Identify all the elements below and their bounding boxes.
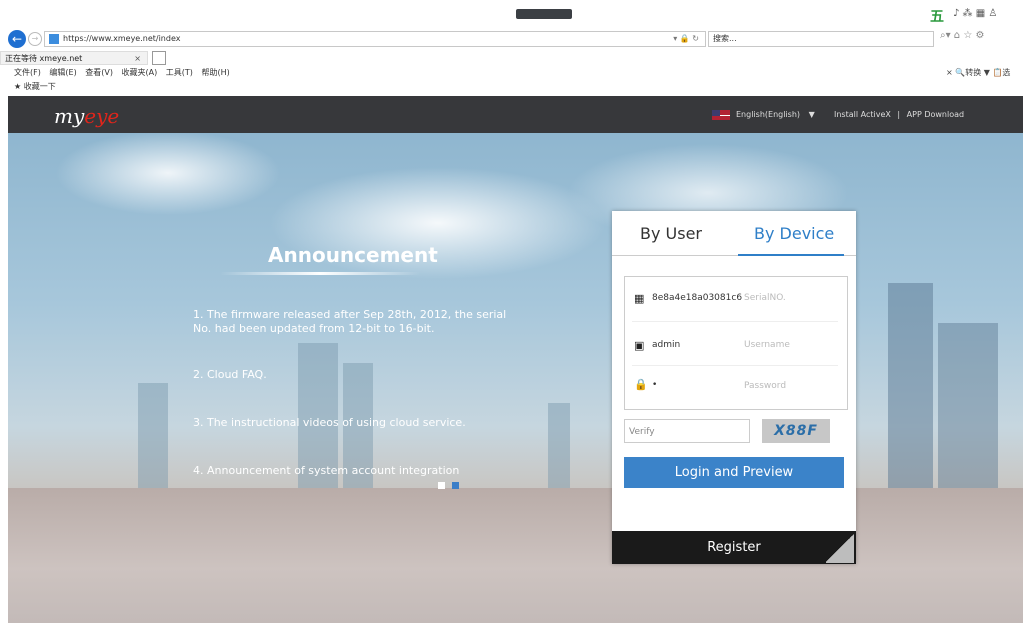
serial-input[interactable]: 8e8a4e18a03081c6	[652, 293, 742, 303]
page-icon	[49, 34, 59, 44]
announcement-item-1[interactable]: 1. The firmware released after Sep 28th,…	[193, 308, 513, 336]
qr-code-icon[interactable]	[826, 533, 854, 563]
login-preview-button[interactable]: Login and Preview	[624, 457, 844, 488]
field-separator	[632, 321, 838, 322]
window-gadget	[516, 9, 572, 19]
menu-file[interactable]: 文件(F)	[14, 68, 41, 77]
forward-icon[interactable]: →	[28, 32, 42, 46]
browser-tab[interactable]: 正在等待 xmeye.net ×	[0, 51, 148, 65]
sogou-label: 五	[930, 9, 944, 25]
tab-by-user[interactable]: By User	[640, 224, 702, 243]
menu-edit[interactable]: 编辑(E)	[49, 68, 76, 77]
app-download-link[interactable]: APP Download	[907, 110, 964, 119]
building-shape	[938, 323, 998, 493]
title-underline	[220, 272, 420, 275]
menu-bar: 文件(F) 编辑(E) 查看(V) 收藏夹(A) 工具(T) 帮助(H)	[14, 67, 236, 78]
password-placeholder: Password	[744, 381, 787, 391]
device-icon: ▦	[634, 292, 645, 305]
user-icon: ▣	[634, 339, 645, 352]
link-separator: |	[897, 110, 901, 119]
browser-chrome	[0, 0, 1023, 96]
lock-icon: 🔒	[634, 378, 648, 391]
address-bar[interactable]: https://www.xmeye.net/index ▾ 🔒 ↻	[44, 31, 706, 47]
hero-background	[8, 133, 1023, 623]
logo-accent: eye	[84, 104, 120, 128]
language-label: English(English)	[736, 110, 801, 119]
username-placeholder: Username	[744, 340, 790, 350]
announcement-item-2[interactable]: 2. Cloud FAQ.	[193, 368, 267, 382]
verify-input[interactable]: Verify	[624, 419, 750, 443]
toolbar-extension-icons[interactable]: ♪ ⁂ ▦ ♙	[953, 8, 997, 19]
back-icon[interactable]: ←	[8, 30, 26, 48]
carousel-dot-1[interactable]	[438, 482, 445, 489]
floor-reflection	[8, 488, 1023, 623]
announcement-item-3[interactable]: 3. The instructional videos of using clo…	[193, 416, 466, 430]
chevron-down-icon: ▼	[808, 110, 815, 119]
announcement-title: Announcement	[268, 243, 438, 267]
close-tab-icon[interactable]: ×	[134, 52, 141, 66]
field-separator	[632, 365, 838, 366]
active-tab-indicator	[738, 254, 844, 256]
xmeye-logo[interactable]: myeye	[54, 102, 164, 128]
install-activex-link[interactable]: Install ActiveX	[834, 110, 891, 119]
register-button[interactable]: Register	[612, 531, 856, 564]
menu-help[interactable]: 帮助(H)	[201, 68, 229, 77]
carousel-dot-2[interactable]	[452, 482, 459, 489]
building-shape	[548, 403, 570, 493]
address-bar-tools[interactable]: ▾ 🔒 ↻	[673, 32, 699, 46]
search-placeholder: 搜索...	[713, 34, 737, 43]
captcha-image[interactable]: X88F	[762, 419, 830, 443]
tab-title: 正在等待 xmeye.net	[5, 54, 83, 63]
building-shape	[138, 383, 168, 493]
serial-placeholder: SerialNO.	[744, 293, 786, 303]
us-flag-icon	[712, 109, 730, 120]
favorites-bar[interactable]: ★ 收藏一下	[14, 81, 56, 92]
favorites-label: 收藏一下	[23, 82, 56, 91]
url-text: https://www.xmeye.net/index	[63, 34, 181, 43]
username-input[interactable]: admin	[652, 340, 680, 350]
building-shape	[888, 283, 933, 493]
menu-tools[interactable]: 工具(T)	[166, 68, 193, 77]
new-tab-button[interactable]	[152, 51, 166, 65]
browser-tools[interactable]: ⌕▾ ⌂ ☆ ⚙	[940, 30, 984, 41]
announcement-item-4[interactable]: 4. Announcement of system account integr…	[193, 464, 459, 478]
tab-by-device[interactable]: By Device	[754, 224, 834, 243]
menu-favorites[interactable]: 收藏夹(A)	[122, 68, 158, 77]
menu-view[interactable]: 查看(V)	[85, 68, 113, 77]
language-selector[interactable]: English(English) ▼	[712, 108, 815, 122]
translate-tool[interactable]: × 🔍转换 ▼ 📋选	[946, 67, 1010, 78]
header-links: Install ActiveX | APP Download	[832, 108, 966, 122]
password-input[interactable]: •	[652, 380, 657, 390]
logo-text: my	[54, 104, 85, 128]
sogou-logo[interactable]: 五	[930, 6, 944, 26]
search-input[interactable]: 搜索...	[708, 31, 934, 47]
